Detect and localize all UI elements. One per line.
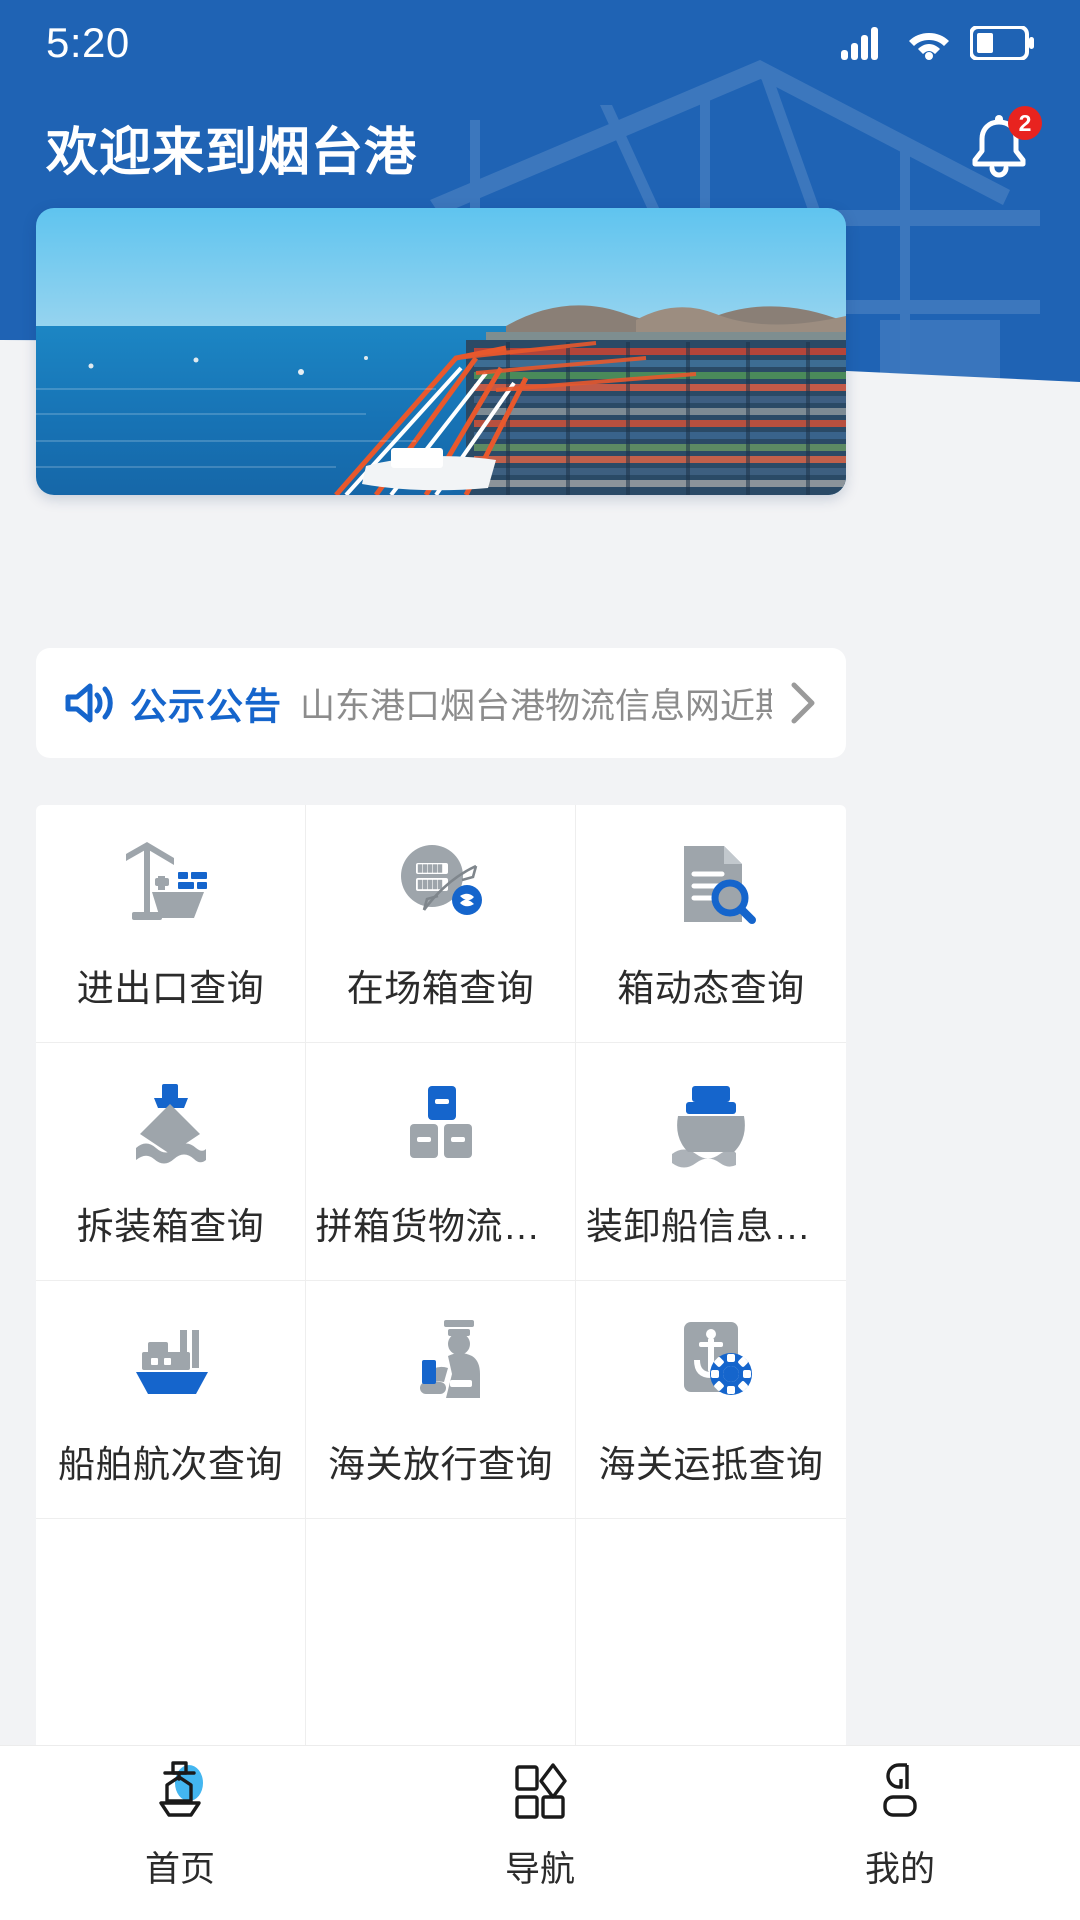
profile-person-icon xyxy=(863,1755,937,1827)
tab-label: 我的 xyxy=(864,1849,935,1889)
vessel-voyage-icon xyxy=(116,1312,226,1408)
notification-button[interactable]: 2 xyxy=(964,106,1042,182)
grid-item-onsite-container[interactable]: 在场箱查询 xyxy=(306,805,576,1043)
tab-profile[interactable]: 我的 xyxy=(720,1746,1080,1920)
status-bar: 5:20 xyxy=(0,0,1080,86)
port-hero-banner[interactable] xyxy=(36,208,846,495)
grid-item-label: 在场箱查询 xyxy=(346,967,535,1009)
tab-navigation[interactable]: 导航 xyxy=(360,1746,720,1920)
announcement-text: 山东港口烟台港物流信息网近期系... xyxy=(300,686,772,726)
chevron-right-icon[interactable] xyxy=(788,680,818,726)
grid-item-label: 海关运抵查询 xyxy=(598,1443,824,1485)
status-time: 5:20 xyxy=(46,19,130,66)
grid-item-label: 拼箱货物流信... xyxy=(315,1205,566,1247)
main-content: 公示公告 山东港口烟台港物流信息网近期系... xyxy=(0,460,1080,1920)
tab-label: 首页 xyxy=(144,1849,215,1889)
grid-item-lcl-cargo[interactable]: 拼箱货物流信... xyxy=(306,1043,576,1281)
customs-officer-icon xyxy=(386,1312,496,1408)
grid-item-loading-unloading[interactable]: 装卸船信息查... xyxy=(576,1043,846,1281)
battery-icon xyxy=(970,26,1034,60)
grid-item-label: 拆装箱查询 xyxy=(76,1205,265,1247)
grid-item-label: 船舶航次查询 xyxy=(58,1443,283,1485)
ship-wave-icon xyxy=(116,1074,226,1170)
grid-item-container-status[interactable]: 箱动态查询 xyxy=(576,805,846,1043)
grid-item-label: 箱动态查询 xyxy=(617,967,805,1009)
tab-label: 导航 xyxy=(504,1849,575,1889)
grid-item-placeholder[interactable] xyxy=(576,1519,846,1757)
cellular-signal-icon xyxy=(841,27,878,60)
grid-item-customs-arrival[interactable]: 海关运抵查询 xyxy=(576,1281,846,1519)
grid-item-vessel-voyage[interactable]: 船舶航次查询 xyxy=(36,1281,306,1519)
navigation-grid-icon xyxy=(503,1755,577,1827)
document-search-icon xyxy=(656,836,766,932)
grid-item-stuffing-unstuffing[interactable]: 拆装箱查询 xyxy=(36,1043,306,1281)
tab-home[interactable]: 首页 xyxy=(0,1746,360,1920)
wifi-icon xyxy=(909,33,949,60)
grid-item-customs-release[interactable]: 海关放行查询 xyxy=(306,1281,576,1519)
grid-item-label: 海关放行查询 xyxy=(328,1443,553,1485)
notification-badge: 2 xyxy=(1008,106,1042,140)
grid-item-label: 装卸船信息查... xyxy=(586,1205,836,1247)
crane-ship-icon xyxy=(116,836,226,932)
status-icons xyxy=(840,25,1034,61)
service-grid: 进出口查询 在场箱查询 箱动态查询 拆装箱查询 拼箱货物流信... 装卸船信息查… xyxy=(36,805,846,1805)
stacked-boxes-icon xyxy=(386,1074,496,1170)
grid-item-label: 进出口查询 xyxy=(76,967,265,1009)
speaker-announce-icon xyxy=(64,679,116,727)
page-title: 欢迎来到烟台港 xyxy=(46,123,418,182)
container-yard-icon xyxy=(386,836,496,932)
grid-item-placeholder[interactable] xyxy=(36,1519,306,1757)
grid-item-placeholder[interactable] xyxy=(306,1519,576,1757)
grid-item-import-export[interactable]: 进出口查询 xyxy=(36,805,306,1043)
home-ship-icon xyxy=(143,1755,217,1827)
title-bar: 欢迎来到烟台港 2 xyxy=(0,92,1080,202)
cargo-ship-icon xyxy=(656,1074,766,1170)
announcement-tag: 公示公告 xyxy=(130,686,282,727)
bottom-tab-bar: 首页 导航 我的 xyxy=(0,1745,1080,1920)
anchor-gear-icon xyxy=(656,1312,766,1408)
announcement-bar[interactable]: 公示公告 山东港口烟台港物流信息网近期系... xyxy=(36,648,846,758)
banner-image xyxy=(36,208,846,495)
